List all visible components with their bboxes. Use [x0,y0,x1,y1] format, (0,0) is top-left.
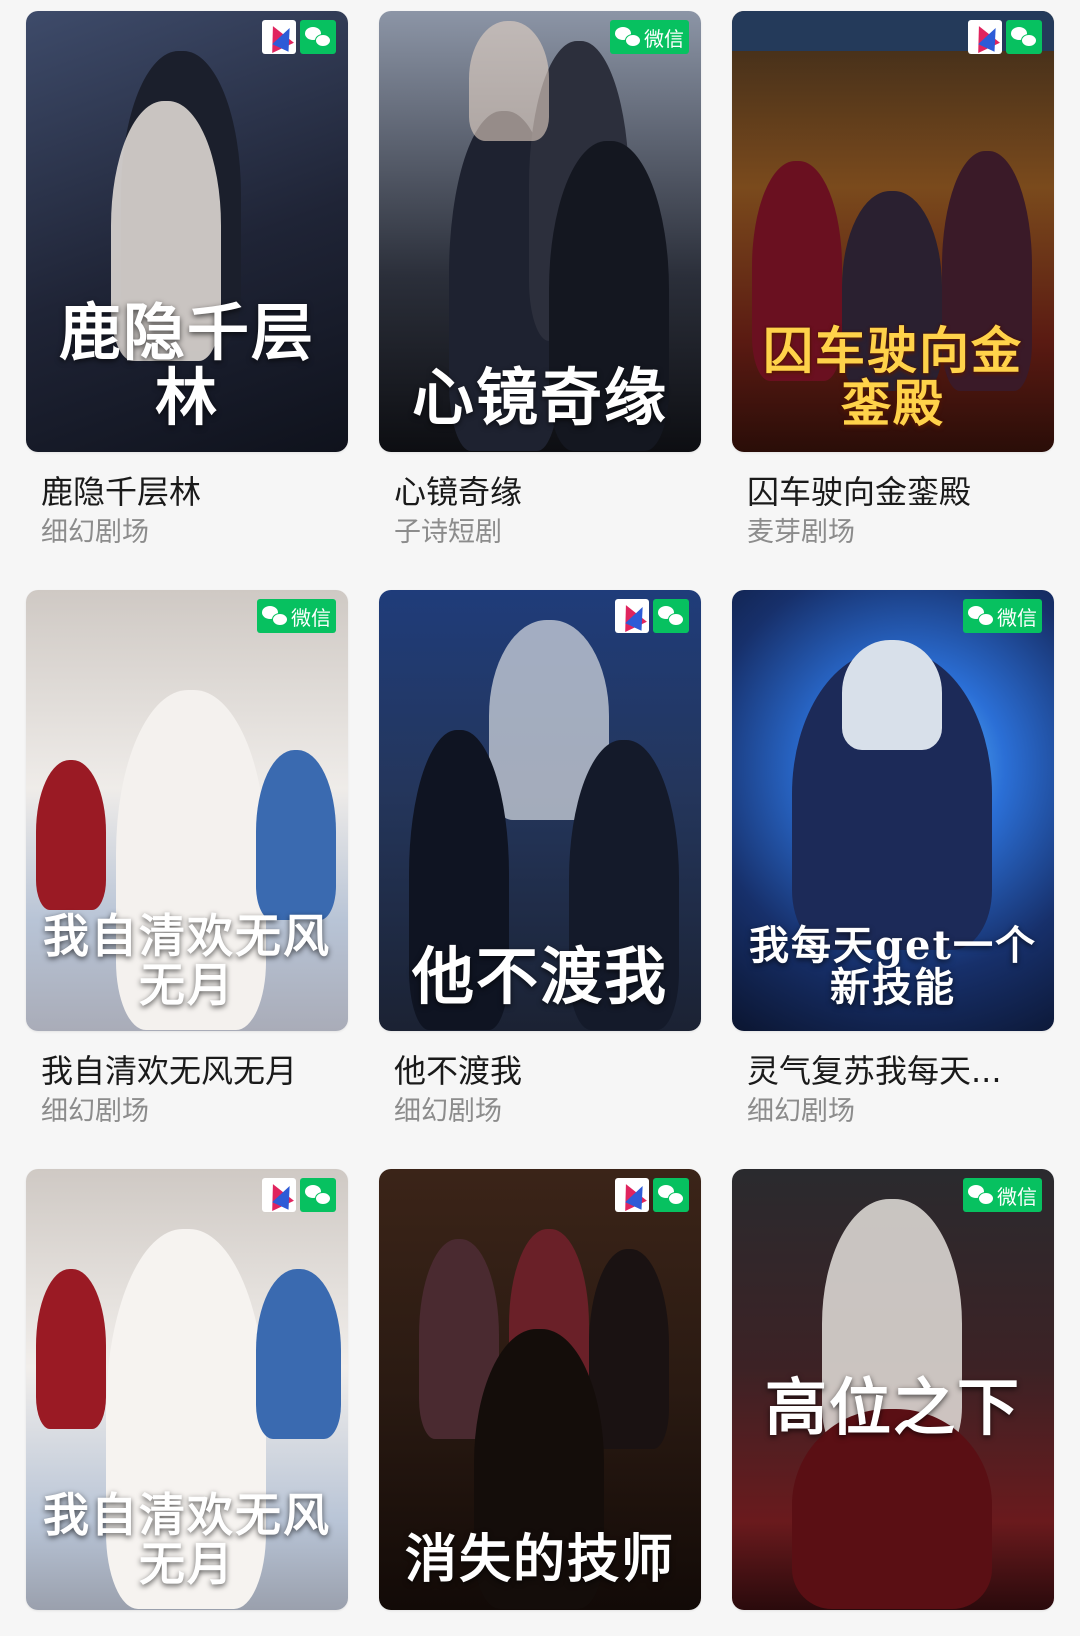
wechat-label: 微信 [997,1184,1037,1209]
wechat-icon [658,605,684,627]
wechat-icon [968,1184,994,1206]
badge-group [968,20,1042,54]
poster-title-text: 我自清欢无风无月 [43,909,331,1012]
drama-source: 细幻剧场 [394,1096,502,1127]
poster-title-text: 我每天get一个新技能 [749,922,1037,1011]
drama-title: 灵气复苏我每天... [747,1052,1002,1090]
app-logo-icon [615,599,649,633]
poster-image[interactable]: 我自清欢无风无月 [26,1169,348,1610]
drama-card[interactable]: 高位之下 微信 [732,1169,1054,1610]
drama-grid: 鹿隐千层林 鹿隐千层林 细幻剧场 心镜奇缘 微信 心镜奇缘 子诗短剧 囚车驶向金… [26,11,1054,1610]
wechat-icon [615,26,641,48]
poster-image[interactable]: 心镜奇缘 微信 [379,11,701,452]
drama-card[interactable]: 我自清欢无风无月 [26,1169,348,1610]
app-logo-icon [615,1178,649,1212]
app-logo-icon [968,20,1002,54]
wechat-icon [305,26,331,48]
drama-title: 他不渡我 [394,1052,523,1090]
drama-title: 鹿隐千层林 [41,473,202,511]
drama-card[interactable]: 我每天get一个新技能 微信 灵气复苏我每天... 细幻剧场 [732,590,1054,1129]
poster-title-text: 消失的技师 [404,1529,675,1591]
poster-image[interactable]: 鹿隐千层林 [26,11,348,452]
wechat-badge [653,599,689,633]
poster-title-text: 高位之下 [764,1370,1021,1444]
poster-image[interactable]: 我每天get一个新技能 微信 [732,590,1054,1031]
wechat-icon [262,605,288,627]
poster-title-text: 鹿隐千层林 [58,295,315,434]
drama-title: 心镜奇缘 [394,473,523,511]
drama-card[interactable]: 鹿隐千层林 鹿隐千层林 细幻剧场 [26,11,348,550]
poster-image[interactable]: 高位之下 微信 [732,1169,1054,1610]
wechat-label: 微信 [997,605,1037,630]
wechat-icon [1011,26,1037,48]
drama-card[interactable]: 心镜奇缘 微信 心镜奇缘 子诗短剧 [379,11,701,550]
poster-title-text: 心镜奇缘 [411,360,668,434]
badge-group [615,1178,689,1212]
drama-source: 细幻剧场 [41,517,149,548]
drama-card[interactable]: 他不渡我 他不渡我 细幻剧场 [379,590,701,1129]
poster-title-text: 他不渡我 [411,939,668,1013]
drama-source: 细幻剧场 [41,1096,149,1127]
badge-group [262,20,336,54]
drama-title: 我自清欢无风无月 [41,1052,298,1090]
wechat-badge [653,1178,689,1212]
drama-source: 麦芽剧场 [747,517,855,548]
wechat-badge: 微信 [963,599,1042,633]
poster-image[interactable]: 我自清欢无风无月 微信 [26,590,348,1031]
poster-image[interactable]: 消失的技师 [379,1169,701,1610]
wechat-badge [1006,20,1042,54]
drama-source: 细幻剧场 [747,1096,855,1127]
wechat-badge [300,20,336,54]
poster-image[interactable]: 囚车驶向金銮殿 [732,11,1054,452]
app-logo-icon [262,20,296,54]
drama-card[interactable]: 消失的技师 [379,1169,701,1610]
badge-group: 微信 [963,599,1042,633]
drama-title: 囚车驶向金銮殿 [747,473,972,511]
wechat-badge [300,1178,336,1212]
badge-group: 微信 [610,20,689,54]
badge-group: 微信 [963,1178,1042,1212]
wechat-icon [305,1184,331,1206]
wechat-badge: 微信 [257,599,336,633]
wechat-icon [968,605,994,627]
poster-image[interactable]: 他不渡我 [379,590,701,1031]
poster-title-text: 囚车驶向金銮殿 [763,321,1023,433]
drama-card[interactable]: 囚车驶向金銮殿 囚车驶向金銮殿 麦芽剧场 [732,11,1054,550]
wechat-badge: 微信 [610,20,689,54]
badge-group [262,1178,336,1212]
badge-group: 微信 [257,599,336,633]
drama-source: 子诗短剧 [394,517,502,548]
wechat-label: 微信 [644,26,684,51]
wechat-icon [658,1184,684,1206]
app-logo-icon [262,1178,296,1212]
wechat-badge: 微信 [963,1178,1042,1212]
poster-title-text: 我自清欢无风无月 [43,1488,331,1591]
drama-card[interactable]: 我自清欢无风无月 微信 我自清欢无风无月 细幻剧场 [26,590,348,1129]
badge-group [615,599,689,633]
wechat-label: 微信 [291,605,331,630]
